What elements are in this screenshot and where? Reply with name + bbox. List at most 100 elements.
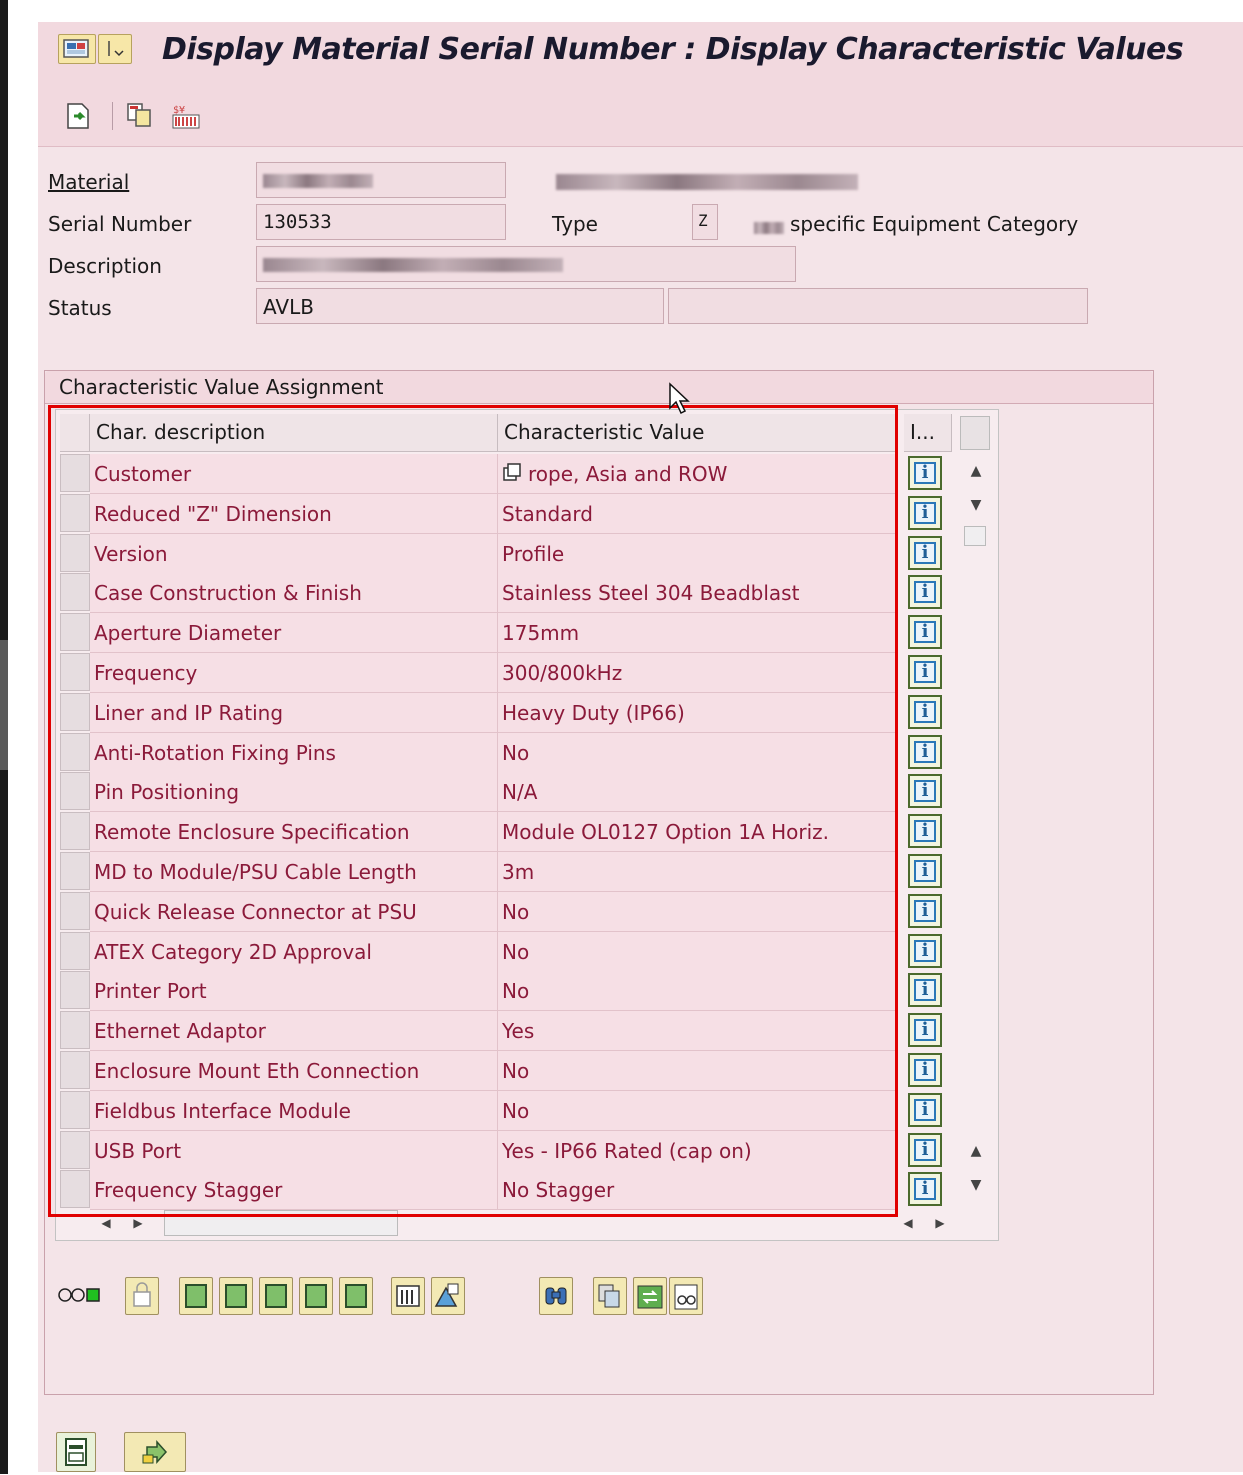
- cell-characteristic-value[interactable]: No: [498, 892, 898, 932]
- info-icon[interactable]: i: [908, 695, 942, 729]
- cell-characteristic-value[interactable]: Module OL0127 Option 1A Horiz.: [498, 812, 898, 852]
- lock-button[interactable]: [125, 1277, 159, 1315]
- cell-char-description[interactable]: ATEX Category 2D Approval: [90, 932, 498, 972]
- row-selector[interactable]: [60, 772, 90, 810]
- scroll-up-button[interactable]: ▲: [966, 462, 986, 480]
- info-icon[interactable]: i: [908, 456, 942, 490]
- cell-characteristic-value[interactable]: Profile: [498, 534, 898, 574]
- row-selector[interactable]: [60, 573, 90, 611]
- row-selector[interactable]: [60, 971, 90, 1009]
- cell-char-description[interactable]: Version: [90, 534, 498, 574]
- info-icon[interactable]: i: [908, 973, 942, 1007]
- row-selector[interactable]: [60, 613, 90, 651]
- info-icon[interactable]: i: [908, 655, 942, 689]
- column-scroll-right-button[interactable]: ▶: [930, 1214, 950, 1232]
- cell-char-description[interactable]: Enclosure Mount Eth Connection: [90, 1051, 498, 1091]
- last-page-button[interactable]: [299, 1277, 333, 1315]
- cell-characteristic-value[interactable]: N/A: [498, 772, 898, 812]
- cell-characteristic-value[interactable]: No: [498, 733, 898, 773]
- check-icon[interactable]: [62, 100, 94, 132]
- column-scroll-left-button[interactable]: ◀: [898, 1214, 918, 1232]
- dropdown-button[interactable]: [98, 34, 132, 64]
- cell-char-description[interactable]: Fieldbus Interface Module: [90, 1091, 498, 1131]
- details-button[interactable]: [56, 1432, 96, 1472]
- row-selector[interactable]: [60, 932, 90, 970]
- cell-char-description[interactable]: Remote Enclosure Specification: [90, 812, 498, 852]
- cell-char-description[interactable]: Pin Positioning: [90, 772, 498, 812]
- cell-characteristic-value[interactable]: No: [498, 971, 898, 1011]
- scroll-page-down-button[interactable]: ▼: [966, 1176, 986, 1194]
- row-selector[interactable]: [60, 1051, 90, 1089]
- column-header-characteristic-value[interactable]: Characteristic Value: [498, 414, 896, 452]
- find-button[interactable]: [539, 1277, 573, 1315]
- cell-char-description[interactable]: Printer Port: [90, 971, 498, 1011]
- column-header-char-description[interactable]: Char. description: [90, 414, 498, 452]
- cell-characteristic-value[interactable]: No: [498, 932, 898, 972]
- vertical-scroll-thumb[interactable]: [964, 526, 986, 546]
- cell-char-description[interactable]: Frequency Stagger: [90, 1170, 498, 1210]
- cell-char-description[interactable]: Customer: [90, 454, 498, 494]
- row-selector[interactable]: [60, 693, 90, 731]
- cell-characteristic-value[interactable]: Stainless Steel 304 Beadblast: [498, 573, 898, 613]
- info-icon[interactable]: i: [908, 735, 942, 769]
- cell-characteristic-value[interactable]: No Stagger: [498, 1170, 898, 1210]
- value-help-icon[interactable]: [502, 462, 524, 484]
- scroll-right-button[interactable]: ▶: [128, 1214, 148, 1232]
- column-header-info[interactable]: I...: [904, 414, 952, 452]
- cell-characteristic-value[interactable]: Yes - IP66 Rated (cap on): [498, 1131, 898, 1171]
- info-icon[interactable]: i: [908, 854, 942, 888]
- row-selector[interactable]: [60, 1091, 90, 1129]
- scroll-down-button[interactable]: ▼: [966, 496, 986, 514]
- multi-copy-button[interactable]: [593, 1277, 627, 1315]
- select-all-header[interactable]: [60, 414, 90, 452]
- cell-char-description[interactable]: Ethernet Adaptor: [90, 1011, 498, 1051]
- next-page-button[interactable]: [259, 1277, 293, 1315]
- cell-char-description[interactable]: Reduced "Z" Dimension: [90, 494, 498, 534]
- refresh-button[interactable]: [633, 1277, 667, 1315]
- cell-characteristic-value[interactable]: Heavy Duty (IP66): [498, 693, 898, 733]
- row-selector[interactable]: [60, 653, 90, 691]
- display-values-button[interactable]: [669, 1277, 703, 1315]
- previous-page-button[interactable]: [219, 1277, 253, 1315]
- scroll-left-button[interactable]: ◀: [96, 1214, 116, 1232]
- first-page-button[interactable]: [179, 1277, 213, 1315]
- cell-characteristic-value[interactable]: Yes: [498, 1011, 898, 1051]
- info-icon[interactable]: i: [908, 894, 942, 928]
- info-icon[interactable]: i: [908, 1093, 942, 1127]
- cell-char-description[interactable]: Anti-Rotation Fixing Pins: [90, 733, 498, 773]
- row-selector[interactable]: [60, 534, 90, 572]
- row-selector[interactable]: [60, 1011, 90, 1049]
- row-selector[interactable]: [60, 852, 90, 890]
- copy-icon[interactable]: [124, 100, 156, 132]
- cell-char-description[interactable]: MD to Module/PSU Cable Length: [90, 852, 498, 892]
- cell-char-description[interactable]: USB Port: [90, 1131, 498, 1171]
- row-selector[interactable]: [60, 892, 90, 930]
- cell-characteristic-value[interactable]: rope, Asia and ROW: [498, 454, 898, 494]
- cell-characteristic-value[interactable]: Standard: [498, 494, 898, 534]
- row-selector[interactable]: [60, 1170, 90, 1208]
- scroll-page-up-button[interactable]: ▲: [966, 1142, 986, 1160]
- info-icon[interactable]: i: [908, 774, 942, 808]
- cell-char-description[interactable]: Aperture Diameter: [90, 613, 498, 653]
- cell-characteristic-value[interactable]: No: [498, 1091, 898, 1131]
- row-selector[interactable]: [60, 494, 90, 532]
- info-icon[interactable]: i: [908, 615, 942, 649]
- column-layout-button[interactable]: [391, 1277, 425, 1315]
- info-icon[interactable]: i: [908, 1013, 942, 1047]
- info-icon[interactable]: i: [908, 934, 942, 968]
- info-icon[interactable]: i: [908, 1172, 942, 1206]
- table-settings-button[interactable]: [960, 416, 990, 450]
- info-icon[interactable]: i: [908, 814, 942, 848]
- cell-char-description[interactable]: Case Construction & Finish: [90, 573, 498, 613]
- row-selector[interactable]: [60, 454, 90, 492]
- row-selector[interactable]: [60, 812, 90, 850]
- expand-button[interactable]: [339, 1277, 373, 1315]
- continue-button[interactable]: [124, 1432, 186, 1472]
- chart-button[interactable]: [431, 1277, 465, 1315]
- cell-characteristic-value[interactable]: 3m: [498, 852, 898, 892]
- info-icon[interactable]: i: [908, 1053, 942, 1087]
- barcode-icon[interactable]: $¥: [170, 100, 202, 132]
- horizontal-scroll-thumb[interactable]: [164, 1210, 398, 1236]
- cell-characteristic-value[interactable]: No: [498, 1051, 898, 1091]
- cell-char-description[interactable]: Quick Release Connector at PSU: [90, 892, 498, 932]
